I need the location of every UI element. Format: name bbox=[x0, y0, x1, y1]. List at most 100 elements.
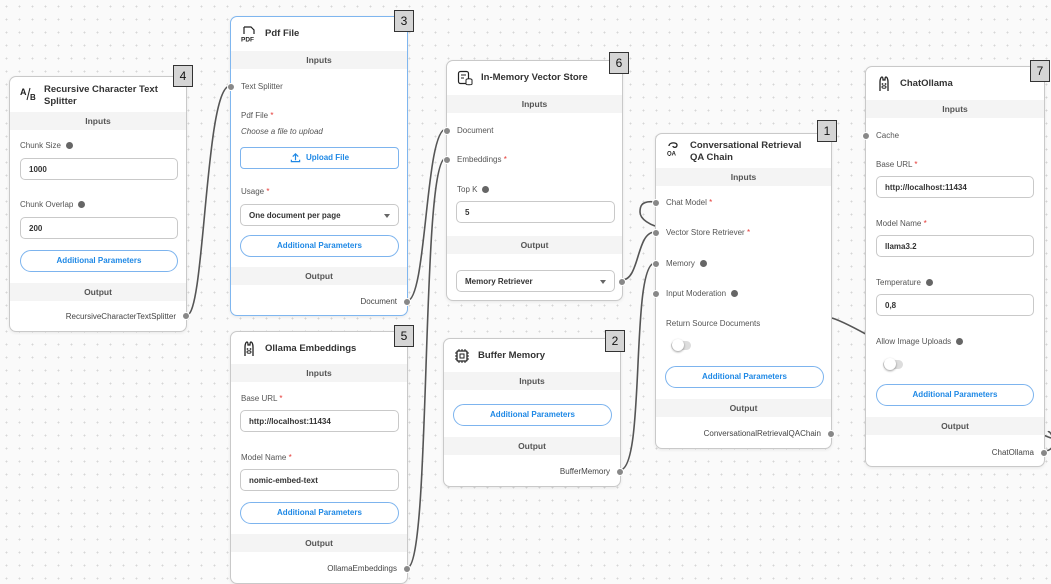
llama-icon bbox=[244, 341, 254, 356]
edge-splitter-to-pdf[interactable] bbox=[186, 85, 231, 316]
info-icon[interactable] bbox=[956, 338, 964, 346]
pdf-icon: PDF bbox=[241, 26, 255, 43]
output-header: Output bbox=[10, 283, 186, 301]
topk-label: Top K bbox=[457, 185, 490, 194]
retriever-label: Vector Store Retriever * bbox=[666, 228, 751, 237]
output-name: ConversationalRetrievalQAChain bbox=[703, 429, 821, 438]
output-handle[interactable] bbox=[403, 298, 411, 306]
node-pdf-file[interactable]: PDF Pdf File Inputs Text Splitter Pdf Fi… bbox=[227, 16, 411, 316]
inputs-header: Inputs bbox=[866, 100, 1044, 118]
retriever-handle[interactable] bbox=[652, 229, 660, 237]
node-title: In-Memory Vector Store bbox=[481, 72, 588, 83]
chevron-down-icon bbox=[600, 280, 606, 284]
vector-store-icon bbox=[457, 70, 473, 86]
node-title: Recursive Character Text Splitter bbox=[44, 84, 158, 107]
inputs-header: Inputs bbox=[10, 112, 186, 130]
node-text-splitter[interactable]: AB Recursive Character Text Splitter Inp… bbox=[9, 76, 190, 332]
base-url-label: Base URL * bbox=[241, 394, 283, 403]
svg-text:A: A bbox=[20, 87, 27, 97]
additional-parameters-button[interactable]: Additional Parameters bbox=[240, 235, 399, 257]
temperature-input[interactable]: 0,8 bbox=[876, 294, 1034, 316]
output-header: Output bbox=[447, 236, 622, 254]
return-docs-label: Return Source Documents bbox=[666, 319, 761, 328]
chunk-size-label: Chunk Size bbox=[20, 141, 73, 150]
node-badge: 7 bbox=[1030, 60, 1050, 82]
edge-vectorstore-to-chain[interactable] bbox=[621, 231, 656, 281]
node-badge: 3 bbox=[394, 10, 414, 32]
chunk-size-input[interactable]: 1000 bbox=[20, 158, 178, 180]
pdf-file-hint: Choose a file to upload bbox=[241, 127, 323, 136]
pdf-file-label: Pdf File * bbox=[241, 111, 274, 120]
info-icon[interactable] bbox=[699, 260, 707, 268]
info-icon[interactable] bbox=[482, 186, 490, 194]
additional-parameters-button[interactable]: Additional Parameters bbox=[665, 366, 824, 388]
additional-parameters-button[interactable]: Additional Parameters bbox=[876, 384, 1034, 406]
output-header: Output bbox=[656, 399, 831, 417]
base-url-label: Base URL * bbox=[876, 160, 918, 169]
model-name-label: Model Name * bbox=[876, 219, 927, 228]
output-handle[interactable] bbox=[616, 468, 624, 476]
additional-parameters-button[interactable]: Additional Parameters bbox=[453, 404, 612, 426]
svg-text:B: B bbox=[30, 93, 36, 102]
document-handle[interactable] bbox=[443, 127, 451, 135]
edge-embeddings-to-vectorstore[interactable] bbox=[406, 157, 447, 569]
info-icon[interactable] bbox=[65, 142, 73, 150]
moderation-handle[interactable] bbox=[652, 290, 660, 298]
return-docs-toggle[interactable] bbox=[671, 339, 691, 351]
info-icon[interactable] bbox=[925, 279, 933, 287]
image-uploads-toggle[interactable] bbox=[883, 358, 903, 370]
node-badge: 1 bbox=[817, 120, 837, 142]
svg-text:PDF: PDF bbox=[241, 37, 254, 43]
node-title: Pdf File bbox=[265, 28, 300, 39]
edge-pdf-to-vectorstore[interactable] bbox=[406, 128, 447, 302]
node-chat-ollama[interactable]: ChatOllama Inputs Cache Base URL * http:… bbox=[862, 66, 1048, 467]
output-handle[interactable] bbox=[827, 430, 835, 438]
output-name: Document bbox=[360, 297, 397, 306]
additional-parameters-button[interactable]: Additional Parameters bbox=[240, 502, 399, 524]
node-title: Ollama Embeddings bbox=[265, 343, 357, 354]
model-name-input[interactable]: nomic-embed-text bbox=[240, 469, 399, 491]
model-name-label: Model Name * bbox=[241, 453, 292, 462]
cache-handle[interactable] bbox=[862, 132, 870, 140]
output-select[interactable]: Memory Retriever bbox=[456, 270, 615, 292]
output-handle[interactable] bbox=[403, 565, 411, 573]
base-url-input[interactable]: http://localhost:11434 bbox=[240, 410, 399, 432]
node-buffer-memory[interactable]: Buffer Memory Inputs Additional Paramete… bbox=[443, 338, 624, 487]
output-handle[interactable] bbox=[182, 312, 190, 320]
text-splitter-icon: AB bbox=[20, 87, 36, 102]
node-badge: 4 bbox=[173, 65, 193, 87]
info-icon[interactable] bbox=[78, 201, 86, 209]
moderation-label: Input Moderation bbox=[666, 289, 739, 298]
image-uploads-label: Allow Image Uploads bbox=[876, 337, 964, 346]
llama-icon bbox=[879, 76, 889, 91]
base-url-input[interactable]: http://localhost:11434 bbox=[876, 176, 1034, 198]
output-header: Output bbox=[444, 437, 620, 455]
output-header: Output bbox=[866, 417, 1044, 435]
output-handle[interactable] bbox=[618, 278, 626, 286]
output-header: Output bbox=[231, 534, 407, 552]
node-title: ChatOllama bbox=[900, 78, 953, 89]
topk-input[interactable]: 5 bbox=[456, 201, 615, 223]
embeddings-handle[interactable] bbox=[443, 156, 451, 164]
output-name: RecursiveCharacterTextSplitter bbox=[65, 312, 176, 321]
usage-label: Usage * bbox=[241, 187, 270, 196]
chunk-overlap-input[interactable]: 200 bbox=[20, 217, 178, 239]
upload-file-button[interactable]: Upload File bbox=[240, 147, 399, 169]
text-splitter-handle[interactable] bbox=[227, 83, 235, 91]
node-ollama-embeddings[interactable]: Ollama Embeddings Inputs Base URL * http… bbox=[230, 331, 411, 584]
additional-parameters-button[interactable]: Additional Parameters bbox=[20, 250, 178, 272]
node-qa-chain[interactable]: QA Conversational Retrieval QA Chain Inp… bbox=[652, 133, 835, 449]
inputs-header: Inputs bbox=[656, 168, 831, 186]
output-handle[interactable] bbox=[1040, 449, 1048, 457]
edge-buffer-to-chain[interactable] bbox=[619, 262, 656, 471]
info-icon[interactable] bbox=[731, 290, 739, 298]
model-name-input[interactable]: llama3.2 bbox=[876, 235, 1034, 257]
memory-handle[interactable] bbox=[652, 260, 660, 268]
usage-select[interactable]: One document per page bbox=[240, 204, 399, 226]
node-vector-store[interactable]: In-Memory Vector Store Inputs Document E… bbox=[443, 60, 626, 301]
chat-model-label: Chat Model * bbox=[666, 198, 713, 207]
node-badge: 2 bbox=[605, 330, 625, 352]
chat-model-handle[interactable] bbox=[652, 199, 660, 207]
embeddings-label: Embeddings * bbox=[457, 155, 507, 164]
cache-label: Cache bbox=[876, 131, 900, 140]
